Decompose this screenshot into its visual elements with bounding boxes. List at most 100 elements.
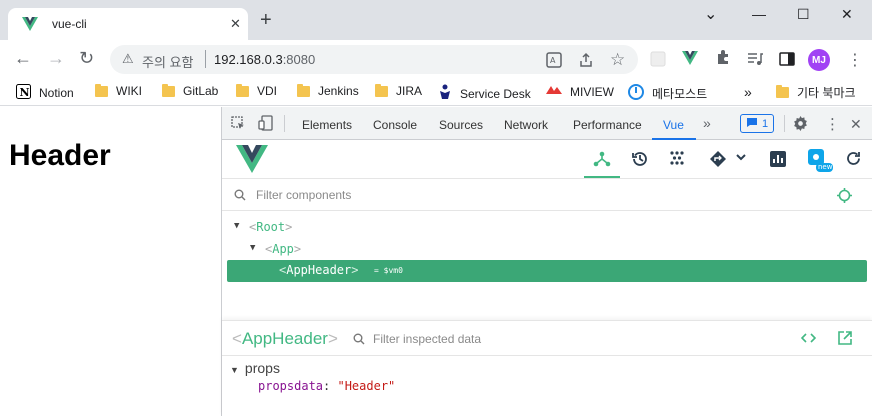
devtools-panel: Elements Console Sources Network Perform…	[222, 107, 872, 416]
back-icon[interactable]: ←	[14, 49, 32, 67]
bookmark-wiki[interactable]: WIKI	[95, 83, 142, 98]
timeline-history-icon[interactable]	[631, 150, 649, 171]
notion-icon: N	[16, 84, 31, 102]
chevron-down-icon[interactable]	[735, 151, 747, 166]
device-toolbar-icon[interactable]	[258, 115, 273, 131]
tab-search-icon[interactable]: ⌄	[704, 4, 717, 24]
tree-node-label: <Root>	[249, 220, 292, 234]
bookmark-gitlab[interactable]: GitLab	[162, 83, 219, 98]
settings-new-icon[interactable]: new	[807, 148, 833, 177]
component-name: Root	[256, 220, 286, 234]
folder-icon	[297, 83, 310, 97]
props-section[interactable]: ▼ props	[230, 360, 280, 376]
servicedesk-icon	[438, 84, 452, 103]
extension-placeholder-icon[interactable]	[650, 51, 666, 70]
tab-console[interactable]: Console	[373, 118, 417, 132]
devtools-tabbar: Elements Console Sources Network Perform…	[222, 107, 872, 140]
restore-icon[interactable]: ☐	[797, 6, 810, 23]
bookmark-jenkins[interactable]: Jenkins	[297, 83, 359, 98]
select-component-target-icon[interactable]	[837, 188, 852, 206]
chrome-menu-icon[interactable]: ⋮	[847, 50, 863, 70]
tab-performance[interactable]: Performance	[573, 118, 642, 132]
folder-icon	[162, 83, 175, 97]
bookmark-label: GitLab	[183, 84, 219, 98]
vue-devtools-extension-icon[interactable]	[682, 51, 698, 68]
issues-count: 1	[761, 117, 769, 130]
bookmark-label: MIVIEW	[570, 84, 614, 99]
warning-icon[interactable]: ⚠	[122, 51, 134, 67]
issues-badge[interactable]: 1	[740, 114, 774, 133]
tab-close-icon[interactable]: ✕	[230, 16, 241, 32]
bookmark-vdi[interactable]: VDI	[236, 83, 277, 98]
expand-arrow-icon[interactable]: ▼	[250, 243, 255, 253]
bookmark-other[interactable]: 기타 북마크	[776, 84, 856, 101]
tab-strip: vue-cli ✕ + ⌄ — ☐ ✕	[0, 0, 872, 40]
chevron-double-right-icon: »	[744, 84, 752, 100]
address-bar[interactable]: ⚠ 주의 요함 192.168.0.3:8080 A ☆	[110, 45, 638, 74]
tab-sources[interactable]: Sources	[439, 118, 483, 132]
bookmarks-overflow[interactable]: »	[744, 84, 752, 100]
bookmark-miview[interactable]: MIVIEW	[546, 84, 614, 99]
svg-text:A: A	[550, 56, 556, 65]
components-tree-icon[interactable]	[593, 150, 611, 171]
bookmark-label: WIKI	[116, 84, 142, 98]
expand-arrow-icon[interactable]: ▼	[230, 365, 239, 375]
bookmark-label: 메타모스트	[652, 87, 708, 101]
component-filter[interactable]: Filter components	[222, 180, 872, 211]
bookmark-jira[interactable]: JIRA	[375, 83, 422, 98]
component-name: AppHeader	[286, 263, 352, 277]
section-label: props	[244, 360, 280, 376]
url-text[interactable]: 192.168.0.3:8080	[214, 52, 315, 67]
mattermost-icon	[628, 84, 644, 103]
filter-inspected-input[interactable]: Filter inspected data	[373, 332, 481, 346]
stats-chart-icon[interactable]	[769, 150, 787, 171]
forward-icon[interactable]: →	[47, 49, 65, 67]
devtools-menu-icon[interactable]: ⋮	[825, 115, 840, 133]
window-close-icon[interactable]: ✕	[841, 6, 853, 23]
media-control-icon[interactable]	[747, 51, 763, 70]
devtools-close-icon[interactable]: ✕	[850, 116, 862, 133]
minimize-icon[interactable]: —	[752, 6, 766, 22]
profile-avatar[interactable]: MJ	[808, 49, 830, 71]
bookmark-mattermost[interactable]: 메타모스트	[628, 84, 707, 103]
bookmark-star-icon[interactable]: ☆	[610, 50, 625, 70]
side-panel-icon[interactable]	[779, 51, 795, 70]
browser-tab[interactable]: vue-cli ✕	[8, 8, 248, 40]
reload-icon[interactable]: ↻	[79, 49, 94, 67]
active-view-indicator	[584, 176, 620, 178]
tree-node-appheader-selected[interactable]: <AppHeader> = $vm0	[227, 260, 867, 282]
url-port: :8080	[282, 52, 316, 67]
tab-network[interactable]: Network	[504, 118, 548, 132]
tab-vue[interactable]: Vue	[663, 118, 684, 132]
security-label[interactable]: 주의 요함	[142, 52, 193, 71]
inspect-element-icon[interactable]	[231, 116, 246, 131]
tree-node-label: <AppHeader>	[279, 263, 359, 277]
inspector-header: <AppHeader> Filter inspected data	[222, 321, 872, 356]
routing-diamond-icon[interactable]	[709, 150, 729, 171]
translate-icon[interactable]: A	[546, 52, 562, 71]
tag-close: >	[351, 263, 359, 277]
extensions-puzzle-icon[interactable]	[715, 49, 731, 70]
vue-devtools-header: new	[222, 141, 872, 179]
prop-colon: :	[323, 379, 338, 393]
url-host: 192.168.0.3	[214, 52, 283, 67]
code-brackets-icon[interactable]	[800, 331, 817, 348]
refresh-icon[interactable]	[845, 150, 862, 170]
open-in-editor-icon[interactable]	[838, 331, 852, 348]
bookmark-notion[interactable]: N Notion	[16, 84, 74, 102]
tab-elements[interactable]: Elements	[302, 118, 352, 132]
filter-components-input[interactable]: Filter components	[256, 188, 351, 202]
new-badge: new	[818, 163, 833, 171]
performance-dots-icon[interactable]	[669, 150, 685, 169]
new-tab-icon[interactable]: +	[260, 10, 272, 30]
tag-close: >	[293, 242, 302, 256]
prop-row[interactable]: propsdata: "Header"	[258, 379, 395, 393]
settings-gear-icon[interactable]	[793, 116, 808, 131]
browser-toolbar: ← → ↻ ⚠ 주의 요함 192.168.0.3:8080 A ☆ MJ ⋮	[0, 40, 872, 78]
expand-arrow-icon[interactable]: ▼	[234, 221, 239, 231]
more-tabs-icon[interactable]: »	[703, 115, 711, 131]
component-name: App	[272, 242, 294, 256]
share-icon[interactable]	[578, 52, 594, 71]
component-inspector: <AppHeader> Filter inspected data ▼ props…	[222, 320, 872, 416]
bookmark-service-desk[interactable]: Service Desk	[438, 84, 531, 103]
